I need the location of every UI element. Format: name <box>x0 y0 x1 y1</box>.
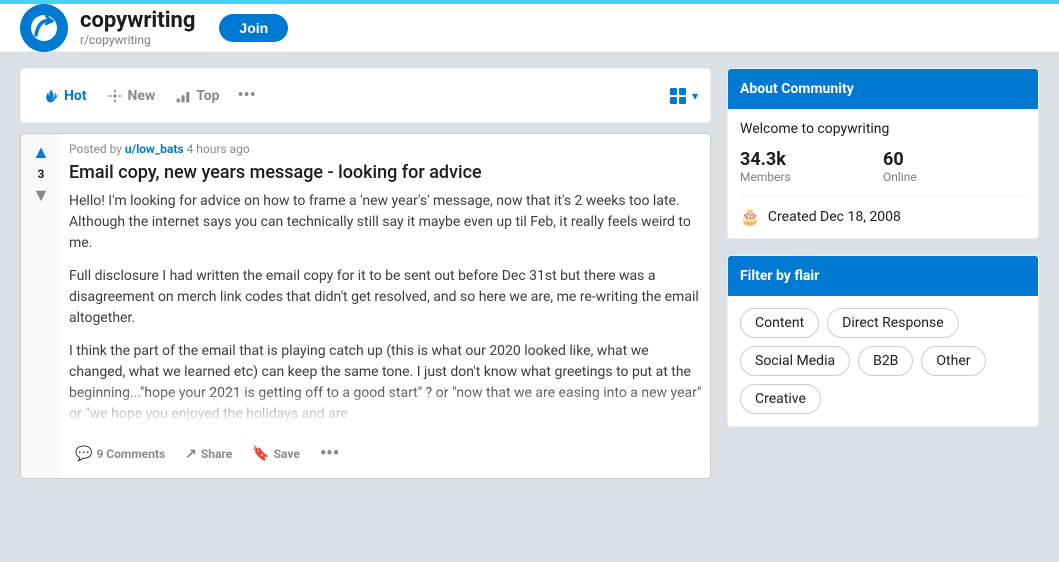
post-paragraph-2: Full disclosure I had written the email … <box>69 266 702 329</box>
sort-more-button[interactable]: ••• <box>230 77 264 114</box>
sort-top-label: Top <box>196 88 219 104</box>
online-label: Online <box>883 170 1026 184</box>
save-button[interactable]: 🔖 Save <box>246 440 306 468</box>
post-paragraph-1: Hello! I'm looking for advice on how to … <box>69 191 702 254</box>
flair-pill[interactable]: B2B <box>858 346 913 376</box>
cake-icon: 🎂 <box>740 207 760 226</box>
sort-new-label: New <box>128 88 156 104</box>
flair-pill[interactable]: Creative <box>740 384 821 414</box>
post-card: ▲ 3 ▼ Posted by u/low_bats 4 hours ago E… <box>20 133 711 479</box>
post-author-link[interactable]: u/low_bats <box>125 142 184 156</box>
stats-row: 34.3k Members 60 Online <box>740 149 1026 184</box>
post-text: Hello! I'm looking for advice on how to … <box>69 191 702 425</box>
comments-button[interactable]: 💬 9 Comments <box>69 440 171 468</box>
members-stat: 34.3k Members <box>740 149 883 184</box>
right-column: About Community Welcome to copywriting 3… <box>727 68 1039 479</box>
vote-column: ▲ 3 ▼ <box>21 134 61 478</box>
subreddit-name: copywriting <box>80 8 195 33</box>
about-welcome-text: Welcome to copywriting <box>740 121 1026 137</box>
join-button[interactable]: Join <box>219 14 288 42</box>
sort-hot-label: Hot <box>64 88 87 104</box>
subreddit-sub: r/copywriting <box>80 33 195 47</box>
sort-bar: Hot New Top ••• <box>20 68 711 123</box>
post-paragraph-3: I think the part of the email that is pl… <box>69 341 702 425</box>
share-label: Share <box>201 447 232 461</box>
filter-flair-header: Filter by flair <box>728 256 1038 296</box>
view-toggle[interactable]: ▾ <box>668 86 698 106</box>
members-label: Members <box>740 170 883 184</box>
share-icon: ↗ <box>185 446 197 462</box>
flair-pill[interactable]: Direct Response <box>827 308 959 338</box>
vote-count: 3 <box>38 167 45 181</box>
left-column: Hot New Top ••• <box>20 68 711 479</box>
upvote-button[interactable]: ▲ <box>32 142 50 163</box>
created-row: 🎂 Created Dec 18, 2008 <box>740 207 1026 226</box>
subreddit-logo <box>20 4 68 52</box>
hot-icon <box>43 88 59 104</box>
sort-top[interactable]: Top <box>165 80 229 112</box>
header: copywriting r/copywriting Join <box>0 4 1059 52</box>
share-button[interactable]: ↗ Share <box>179 440 238 468</box>
sort-hot[interactable]: Hot <box>33 80 97 112</box>
about-community-header: About Community <box>728 69 1038 109</box>
main-layout: Hot New Top ••• <box>0 52 1059 495</box>
flair-pill[interactable]: Other <box>921 346 985 376</box>
divider <box>740 196 1026 197</box>
save-label: Save <box>274 447 300 461</box>
new-icon <box>107 88 123 104</box>
flair-pill[interactable]: Social Media <box>740 346 850 376</box>
members-count: 34.3k <box>740 149 883 170</box>
top-icon <box>175 88 191 104</box>
flair-pill[interactable]: Content <box>740 308 819 338</box>
save-icon: 🔖 <box>252 446 269 462</box>
more-actions-button[interactable]: ••• <box>314 437 345 470</box>
comments-label: 9 Comments <box>96 447 165 461</box>
post-title: Email copy, new years message - looking … <box>69 162 702 183</box>
chevron-down-icon: ▾ <box>692 89 698 103</box>
flair-list: Content Direct Response Social Media B2B Oth… <box>728 296 1038 426</box>
about-community-body: Welcome to copywriting 34.3k Members 60 … <box>728 109 1038 238</box>
online-stat: 60 Online <box>883 149 1026 184</box>
post-meta: Posted by u/low_bats 4 hours ago <box>69 142 702 156</box>
comments-icon: 💬 <box>75 446 92 462</box>
about-community-card: About Community Welcome to copywriting 3… <box>727 68 1039 239</box>
post-time: 4 hours ago <box>187 142 250 156</box>
online-count: 60 <box>883 149 1026 170</box>
view-icon <box>668 86 688 106</box>
sort-new[interactable]: New <box>97 80 166 112</box>
downvote-button[interactable]: ▼ <box>32 185 50 206</box>
filter-flair-card: Filter by flair Content Direct Response So… <box>727 255 1039 427</box>
post-body-area: Posted by u/low_bats 4 hours ago Email c… <box>61 134 710 478</box>
created-text: Created Dec 18, 2008 <box>768 209 901 225</box>
post-actions: 💬 9 Comments ↗ Share 🔖 Save ••• <box>69 437 702 470</box>
